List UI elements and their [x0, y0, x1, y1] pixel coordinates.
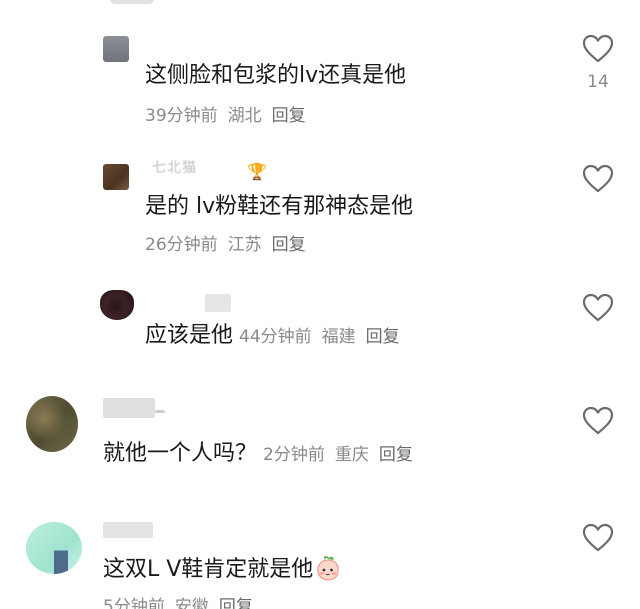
comment-meta: 39分钟前 湖北 回复	[145, 104, 316, 128]
avatar[interactable]	[103, 164, 129, 190]
peach-face-emoji	[315, 555, 341, 581]
comment-location: 安徽	[174, 597, 209, 609]
avatar[interactable]	[26, 396, 78, 452]
trophy-icon: 🏆	[247, 162, 267, 181]
comment-location: 湖北	[227, 106, 262, 126]
avatar[interactable]	[103, 36, 129, 62]
like-count: 14	[587, 72, 609, 92]
comment-content: 就他一个人吗？ 2分钟前 重庆 回复	[103, 440, 423, 469]
comment-list: 这侧脸和包浆的lv还真是他 39分钟前 湖北 回复 14 七北猫 🏆 是的 lv粉鞋…	[0, 0, 640, 609]
like-button[interactable]	[581, 162, 615, 196]
comment-meta: 26分钟前 江苏 回复	[145, 233, 316, 257]
comment-content: 是的 lv粉鞋还有那神态是他	[145, 194, 414, 219]
comment-item: 这双L V鞋肯定就是他 5分钟前 安徽 回复	[0, 500, 640, 609]
heart-outline-icon	[582, 523, 614, 552]
comment-time: 44分钟前	[239, 327, 312, 347]
like-button[interactable]	[581, 404, 615, 438]
comment-meta: 5分钟前 安徽 回复	[103, 595, 263, 609]
comment-meta: 44分钟前 福建 回复	[239, 327, 410, 347]
username[interactable]: 七北猫	[152, 157, 197, 177]
comment-content: 这侧脸和包浆的lv还真是他	[145, 63, 407, 88]
comment-item: 就他一个人吗？ 2分钟前 重庆 回复	[0, 380, 640, 500]
comment-content: 这双L V鞋肯定就是他	[103, 555, 341, 584]
like-button[interactable]	[581, 291, 615, 325]
username-blurred[interactable]	[205, 294, 231, 312]
avatar[interactable]	[100, 290, 134, 320]
comment-time: 26分钟前	[145, 235, 218, 255]
comment-item: 应该是他 44分钟前 福建 回复	[0, 280, 640, 380]
username-blurred[interactable]	[103, 522, 153, 538]
comment-meta: 2分钟前 重庆 回复	[263, 445, 423, 465]
reply-button[interactable]: 回复	[379, 445, 413, 465]
comment-time: 39分钟前	[145, 106, 218, 126]
comment-item: 这侧脸和包浆的lv还真是他 39分钟前 湖北 回复 14	[0, 0, 640, 140]
comment-time: 5分钟前	[103, 597, 165, 609]
reply-button[interactable]: 回复	[272, 106, 306, 126]
heart-outline-icon	[582, 293, 614, 322]
avatar[interactable]	[26, 522, 82, 574]
comment-location: 重庆	[334, 445, 369, 465]
username-blurred[interactable]	[103, 398, 155, 418]
username-blurred-tail	[155, 410, 165, 413]
reply-button[interactable]: 回复	[219, 597, 253, 609]
like-button[interactable]	[581, 32, 615, 66]
reply-button[interactable]: 回复	[366, 327, 400, 347]
like-button[interactable]	[581, 521, 615, 555]
comment-time: 2分钟前	[263, 445, 325, 465]
heart-outline-icon	[582, 406, 614, 435]
heart-outline-icon	[582, 164, 614, 193]
reply-button[interactable]: 回复	[272, 235, 306, 255]
comment-location: 江苏	[227, 235, 262, 255]
comment-item: 七北猫 🏆 是的 lv粉鞋还有那神态是他 26分钟前 江苏 回复	[0, 140, 640, 280]
comment-content: 应该是他 44分钟前 福建 回复	[145, 322, 410, 351]
heart-outline-icon	[582, 34, 614, 63]
comment-location: 福建	[321, 327, 356, 347]
